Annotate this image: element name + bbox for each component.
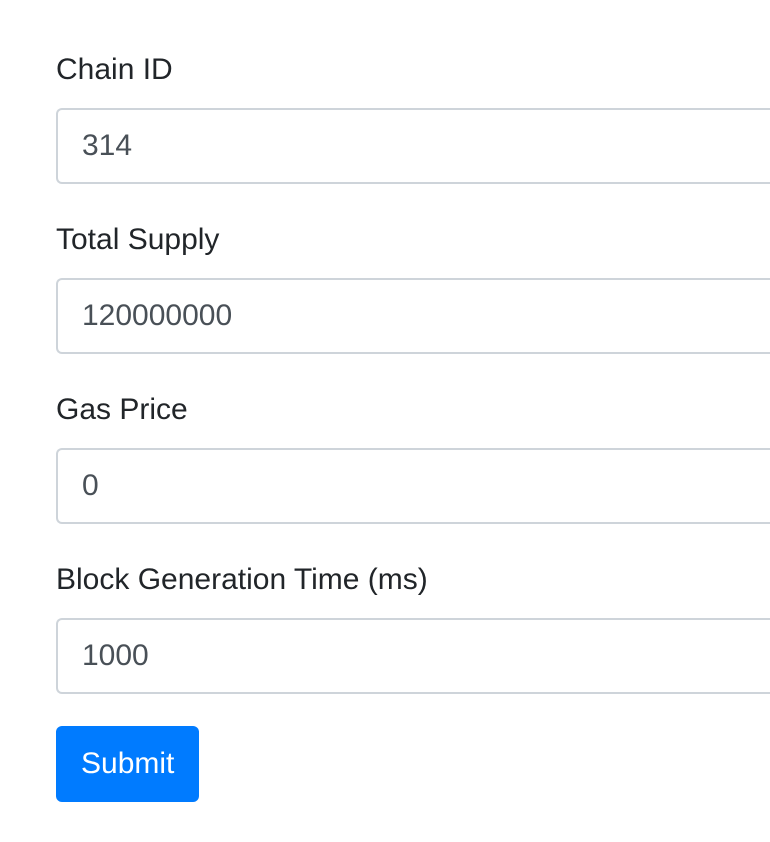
gas-price-input[interactable] xyxy=(56,448,770,524)
total-supply-group: Total Supply xyxy=(56,222,770,354)
block-generation-time-group: Block Generation Time (ms) xyxy=(56,562,770,694)
submit-button[interactable]: Submit xyxy=(56,726,200,802)
total-supply-label: Total Supply xyxy=(56,223,220,256)
total-supply-input[interactable] xyxy=(56,278,770,354)
block-generation-time-input[interactable] xyxy=(56,618,770,694)
chain-id-input[interactable] xyxy=(56,108,770,184)
chain-id-label: Chain ID xyxy=(56,53,173,86)
gas-price-label: Gas Price xyxy=(56,393,188,426)
gas-price-group: Gas Price xyxy=(56,392,770,524)
config-form: Chain ID Total Supply Gas Price Block Ge… xyxy=(56,0,770,802)
chain-id-group: Chain ID xyxy=(56,52,770,184)
block-generation-time-label: Block Generation Time (ms) xyxy=(56,563,428,596)
